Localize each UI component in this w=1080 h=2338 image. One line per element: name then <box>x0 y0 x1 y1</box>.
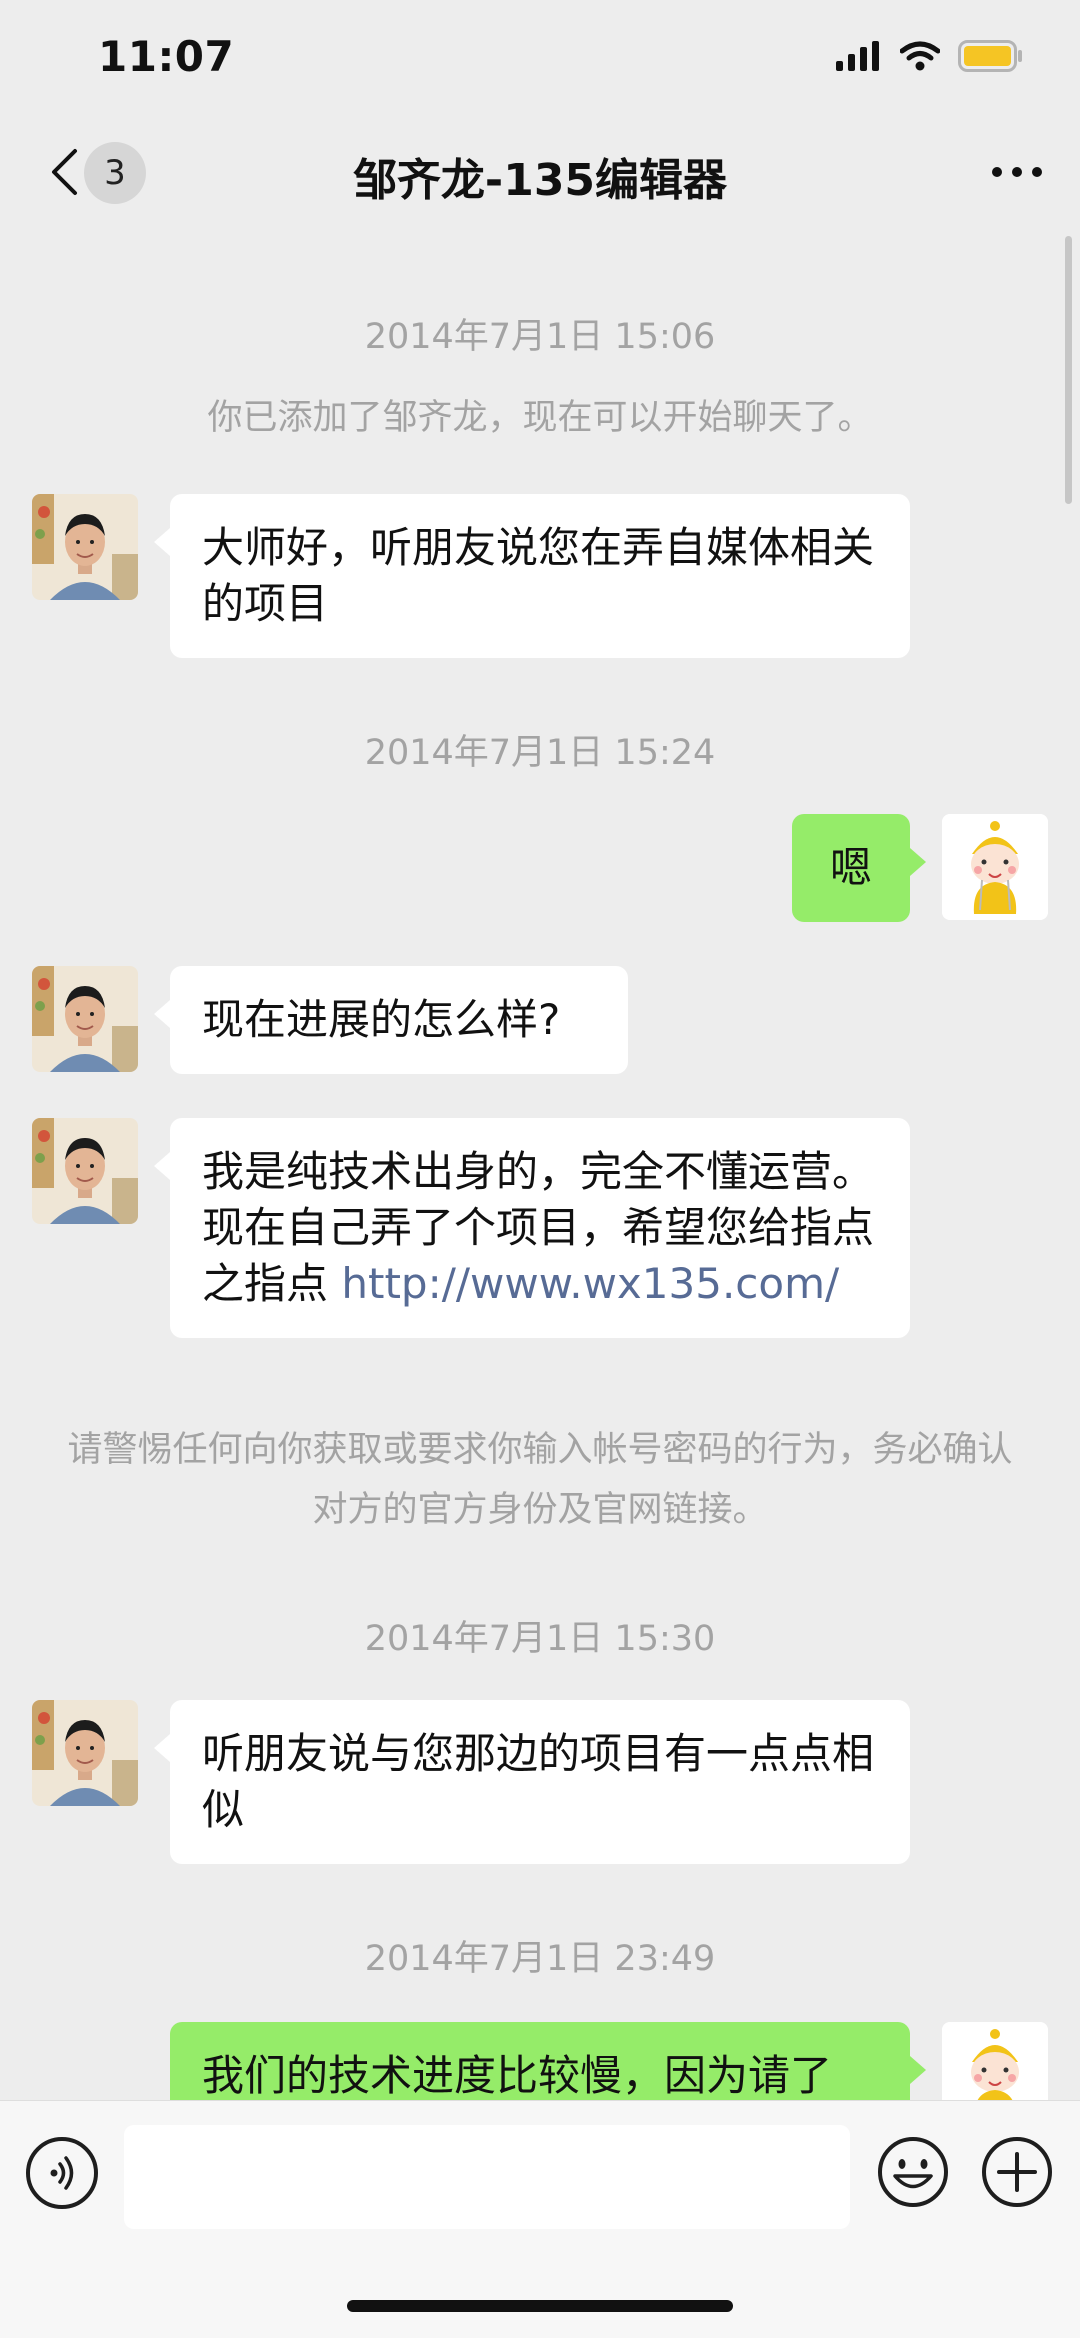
plus-icon <box>982 2137 1052 2207</box>
incoming-message-bubble[interactable]: 大师好，听朋友说您在弄自媒体相关的项目 <box>154 494 910 658</box>
voice-icon <box>50 2156 74 2190</box>
system-notice: 你已添加了邹齐龙，现在可以开始聊天了。 <box>207 398 873 438</box>
more-functions-button[interactable] <box>980 2135 1054 2209</box>
status-bar: 11:07 <box>0 0 1080 120</box>
message-timestamp: 2014年7月1日 15:30 <box>364 1619 716 1659</box>
message-timestamp: 2014年7月1日 23:49 <box>364 1939 716 1979</box>
security-warning-notice: 请警惕任何向你获取或要求你输入帐号密码的行为，务必确认对方的官方身份及官网链接。 <box>67 1430 1013 1530</box>
wifi-icon <box>899 41 941 75</box>
chat-message-list[interactable]: 2014年7月1日 15:06 你已添加了邹齐龙，现在可以开始聊天了。 大师好，… <box>0 230 1080 2100</box>
status-time: 11:07 <box>98 32 235 81</box>
my-avatar[interactable] <box>942 2022 1048 2100</box>
outgoing-message-bubble[interactable]: 我们的技术进度比较慢，因为请了 <box>170 2022 926 2100</box>
emoji-button[interactable] <box>876 2135 950 2209</box>
emoji-icon <box>878 2137 948 2207</box>
unread-count-badge[interactable]: 3 <box>84 142 146 204</box>
message-input[interactable] <box>124 2125 850 2229</box>
message-timestamp: 2014年7月1日 15:06 <box>364 317 716 357</box>
contact-avatar[interactable] <box>32 1700 138 1806</box>
message-link[interactable]: http://www.wx135.com/ <box>341 1259 839 1308</box>
nav-bar: 3 邹齐龙-135编辑器 <box>0 120 1080 230</box>
my-avatar[interactable] <box>942 814 1048 920</box>
contact-avatar[interactable] <box>32 966 138 1072</box>
voice-input-button[interactable] <box>26 2137 98 2209</box>
home-indicator[interactable] <box>347 2300 733 2312</box>
more-dots-icon <box>992 167 1042 177</box>
incoming-message-bubble[interactable]: 听朋友说与您那边的项目有一点点相似 <box>154 1700 910 1864</box>
incoming-message-bubble[interactable]: 现在进展的怎么样? <box>154 966 628 1074</box>
chevron-left-icon <box>52 149 77 195</box>
battery-icon <box>958 40 1024 76</box>
chat-title: 邹齐龙-135编辑器 <box>352 155 728 206</box>
message-timestamp: 2014年7月1日 15:24 <box>364 733 716 773</box>
incoming-message-bubble[interactable]: 我是纯技术出身的，完全不懂运营。现在自己弄了个项目，希望您给指点之指点 http… <box>154 1118 910 1338</box>
status-icons <box>836 40 1024 76</box>
contact-avatar[interactable] <box>32 1118 138 1224</box>
cellular-signal-icon <box>836 41 882 75</box>
outgoing-message-bubble[interactable]: 嗯 <box>792 814 926 922</box>
more-button[interactable] <box>982 142 1052 202</box>
contact-avatar[interactable] <box>32 494 138 600</box>
chat-scrollbar[interactable] <box>1065 236 1072 504</box>
